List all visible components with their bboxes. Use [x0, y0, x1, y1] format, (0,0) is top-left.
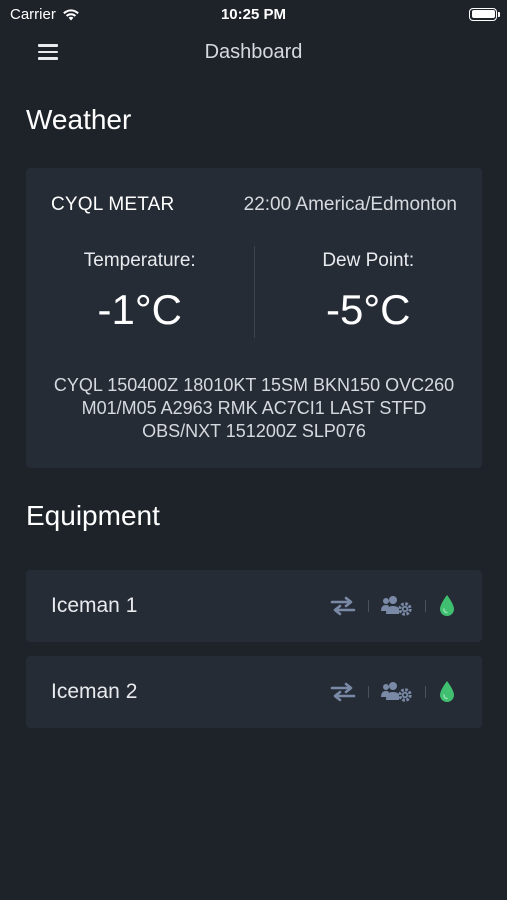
equipment-row-iceman-2[interactable]: Iceman 2: [26, 656, 482, 728]
equipment-status-icons: [330, 680, 456, 704]
carrier-label: Carrier: [10, 5, 56, 23]
equipment-status-icons: [330, 594, 456, 618]
fluid-drop-icon: [438, 594, 456, 618]
weather-readings: Temperature: -1°C Dew Point: -5°C: [26, 246, 482, 338]
status-left: Carrier: [10, 6, 80, 23]
equipment-row-iceman-1[interactable]: Iceman 1: [26, 570, 482, 642]
status-bar: Carrier 10:25 PM: [0, 0, 507, 28]
icon-separator: [368, 600, 369, 612]
page-title: Dashboard: [204, 40, 303, 63]
metar-raw-text: CYQL 150400Z 18010KT 15SM BKN150 OVC260 …: [53, 375, 455, 441]
icon-separator: [425, 686, 426, 698]
dew-point-label: Dew Point:: [322, 250, 415, 271]
hamburger-menu-icon: [38, 44, 58, 47]
menu-button[interactable]: [38, 42, 64, 62]
equipment-name: Iceman 2: [51, 680, 138, 703]
temperature-label: Temperature:: [83, 250, 196, 271]
weather-card: CYQL METAR 22:00 America/Edmonton Temper…: [26, 168, 482, 468]
icon-separator: [425, 600, 426, 612]
dew-point-value: -5°C: [326, 286, 411, 333]
dew-point-reading: Dew Point: -5°C: [255, 246, 483, 338]
equipment-name: Iceman 1: [51, 594, 138, 617]
battery-icon: [469, 7, 500, 21]
temperature-reading: Temperature: -1°C: [26, 246, 254, 338]
temperature-value: -1°C: [97, 286, 182, 333]
icon-separator: [368, 686, 369, 698]
transfer-arrows-icon: [330, 682, 356, 702]
fluid-drop-icon: [438, 680, 456, 704]
station-label: CYQL METAR: [51, 194, 175, 215]
users-cog-icon: [381, 681, 413, 703]
equipment-section-title: Equipment: [26, 500, 160, 531]
users-cog-icon: [381, 595, 413, 617]
weather-section-title: Weather: [26, 104, 132, 135]
observation-time: 22:00 America/Edmonton: [243, 194, 457, 215]
transfer-arrows-icon: [330, 596, 356, 616]
weather-card-header: CYQL METAR 22:00 America/Edmonton: [51, 194, 457, 216]
wifi-icon: [62, 8, 80, 21]
nav-bar: Dashboard: [0, 30, 507, 74]
